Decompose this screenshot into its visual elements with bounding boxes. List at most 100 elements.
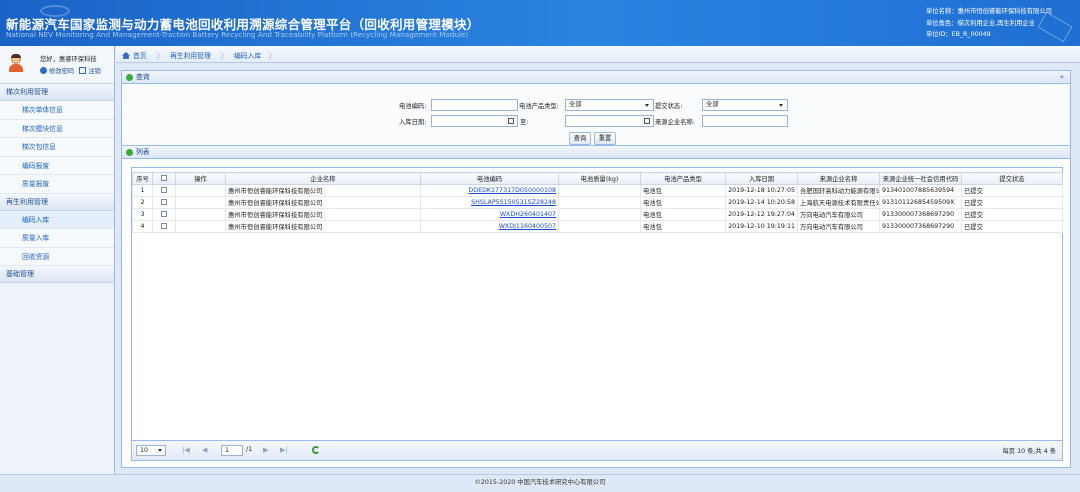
last-page-icon[interactable]: ▶| <box>280 446 288 454</box>
breadcrumb: 首页 〉 再生利用管理 〉 编码入库 〉 <box>116 46 1080 63</box>
breadcrumb-level1[interactable]: 再生利用管理 <box>170 50 211 60</box>
col-header-battery-code[interactable]: 电池编码 <box>420 172 559 185</box>
submit-status-select[interactable]: 全部 <box>702 99 788 111</box>
list-icon <box>126 149 133 156</box>
row-credit: 91310112685459509X <box>879 196 962 209</box>
table-row[interactable]: 1 惠州市恒创睿能环保科技有限公司 DDEDK177317D050000108 … <box>132 184 1063 197</box>
sidebar-item-mass-inbound[interactable]: 质量入库 <box>0 229 114 248</box>
refresh-icon[interactable] <box>312 446 320 454</box>
row-checkbox-cell[interactable] <box>152 208 176 221</box>
date-to-input[interactable] <box>565 115 654 127</box>
row-battery-code-cell: DDEDK177317D050000108 <box>420 184 559 197</box>
nav-group-basic[interactable]: 基础管理 <box>0 266 114 283</box>
unit-role: 单位角色：梯次利用企业,再生利用企业 <box>926 19 1036 27</box>
sidebar-item-recycled-resources[interactable]: 回收资源 <box>0 247 114 266</box>
reset-button[interactable]: 重置 <box>594 132 616 145</box>
source-company-label: 来源企业名称: <box>655 119 695 126</box>
table-row[interactable]: 3 惠州市恒创睿能环保科技有限公司 WXDH260401407 电池包 2019… <box>132 208 1063 221</box>
col-header-credit-code[interactable]: 来源企业统一社会信用代码 <box>879 172 962 185</box>
date-from-input[interactable] <box>431 115 518 127</box>
source-company-input[interactable] <box>702 115 788 127</box>
first-page-icon[interactable]: |◀ <box>182 446 190 454</box>
nav-group-tiered-use[interactable]: 梯次利用管理 <box>0 84 114 101</box>
search-button[interactable]: 查询 <box>569 132 591 145</box>
row-no: 4 <box>132 220 153 233</box>
breadcrumb-level2[interactable]: 编码入库 <box>234 50 261 60</box>
sidebar-item-mass-scrap[interactable]: 质量报废 <box>0 175 114 194</box>
col-header-date[interactable]: 入库日期 <box>725 172 798 185</box>
row-type: 电池包 <box>640 184 726 197</box>
page-size-select[interactable]: 10 <box>136 445 166 456</box>
col-header-action: 操作 <box>175 172 226 185</box>
table-header-row: 序号 操作 企业名称 电池编码 电池质量(kg) 电池产品类型 入库日期 来源企… <box>132 172 1063 185</box>
col-header-select-all[interactable] <box>152 172 176 185</box>
sidebar-item-tiered-pack[interactable]: 梯次包信息 <box>0 138 114 157</box>
product-type-select[interactable]: 全部 <box>565 99 654 111</box>
row-date: 2019-12-12 19:27:04 <box>725 208 798 221</box>
battery-code-link[interactable]: WXDJ1160400507 <box>499 223 556 230</box>
sidebar-item-tiered-cell[interactable]: 梯次单体信息 <box>0 101 114 120</box>
row-status: 已提交 <box>961 208 1063 221</box>
battery-code-link[interactable]: WXDH260401407 <box>500 211 556 218</box>
row-checkbox-cell[interactable] <box>152 184 176 197</box>
select-all-checkbox[interactable] <box>161 175 167 181</box>
col-header-weight[interactable]: 电池质量(kg) <box>558 172 641 185</box>
battery-code-link[interactable]: DDEDK177317D050000108 <box>468 187 556 194</box>
row-battery-code-cell: SHSLAP5S150531SZ28248 <box>420 196 559 209</box>
row-action <box>175 196 226 209</box>
row-type: 电池包 <box>640 208 726 221</box>
submit-status-label: 提交状态: <box>655 103 683 110</box>
nav-group-recycling[interactable]: 再生利用管理 <box>0 193 114 211</box>
avatar <box>8 54 24 72</box>
table-row[interactable]: 4 惠州市恒创睿能环保科技有限公司 WXDJ1160400507 电池包 201… <box>132 220 1063 233</box>
row-credit: 913401007885639594 <box>879 184 962 197</box>
row-checkbox[interactable] <box>161 187 167 193</box>
row-source: 万向电动汽车有限公司 <box>797 208 880 221</box>
row-checkbox-cell[interactable] <box>152 220 176 233</box>
battery-code-input[interactable] <box>431 99 518 111</box>
calendar-icon[interactable] <box>508 118 514 124</box>
battery-code-label: 电池编码: <box>399 103 427 110</box>
logout-link[interactable]: 注销 <box>88 68 101 75</box>
row-weight <box>558 196 641 209</box>
next-page-icon[interactable]: ▶ <box>263 446 268 454</box>
calendar-icon[interactable] <box>644 118 650 124</box>
query-icon <box>126 74 133 81</box>
total-pages: /1 <box>246 446 253 453</box>
change-password-link[interactable]: 修改密码 <box>49 68 74 75</box>
chevron-right-icon: 〉 <box>220 52 230 62</box>
row-checkbox[interactable] <box>161 199 167 205</box>
col-header-status[interactable]: 提交状态 <box>961 172 1063 185</box>
col-header-product-type[interactable]: 电池产品类型 <box>640 172 726 185</box>
prev-page-icon[interactable]: ◀ <box>202 446 207 454</box>
date-label: 入库日期: <box>399 119 427 126</box>
row-source: 合肥国轩高科动力能源有限公司 <box>797 184 880 197</box>
row-checkbox-cell[interactable] <box>152 196 176 209</box>
page-number-input[interactable]: 1 <box>221 445 243 456</box>
query-panel-header: 查询 » <box>122 71 1070 84</box>
col-header-company[interactable]: 企业名称 <box>225 172 421 185</box>
row-weight <box>558 220 641 233</box>
copyright-text: ©2015-2020 中国汽车技术研究中心有限公司 <box>474 479 606 486</box>
logout-icon <box>79 67 87 74</box>
sidebar-item-tiered-module[interactable]: 梯次模块信息 <box>0 119 114 138</box>
app-subtitle: National NEV Monitoring And Management-T… <box>6 30 469 39</box>
breadcrumb-home[interactable]: 首页 <box>122 50 147 60</box>
row-company: 惠州市恒创睿能环保科技有限公司 <box>225 208 421 221</box>
col-header-source-company[interactable]: 来源企业名称 <box>797 172 880 185</box>
row-battery-code-cell: WXDH260401407 <box>420 208 559 221</box>
collapse-icon[interactable]: » <box>1060 71 1064 84</box>
table-row[interactable]: 2 惠州市恒创睿能环保科技有限公司 SHSLAP5S150531SZ28248 … <box>132 196 1063 209</box>
row-source: 万向电动汽车有限公司 <box>797 220 880 233</box>
battery-code-link[interactable]: SHSLAP5S150531SZ28248 <box>471 199 556 206</box>
row-no: 3 <box>132 208 153 221</box>
row-checkbox[interactable] <box>161 211 167 217</box>
col-header-no: 序号 <box>132 172 153 185</box>
sidebar: 您好，惠睿环保科技 修改密码 注销 梯次利用管理 梯次单体信息 梯次模块信息 梯… <box>0 46 115 474</box>
sidebar-item-code-scrap[interactable]: 编码报废 <box>0 156 114 175</box>
footer: ©2015-2020 中国汽车技术研究中心有限公司 <box>0 474 1080 492</box>
row-company: 惠州市恒创睿能环保科技有限公司 <box>225 184 421 197</box>
sidebar-item-code-inbound[interactable]: 编码入库 <box>0 210 114 229</box>
list-title: 列表 <box>136 148 150 156</box>
row-checkbox[interactable] <box>161 223 167 229</box>
